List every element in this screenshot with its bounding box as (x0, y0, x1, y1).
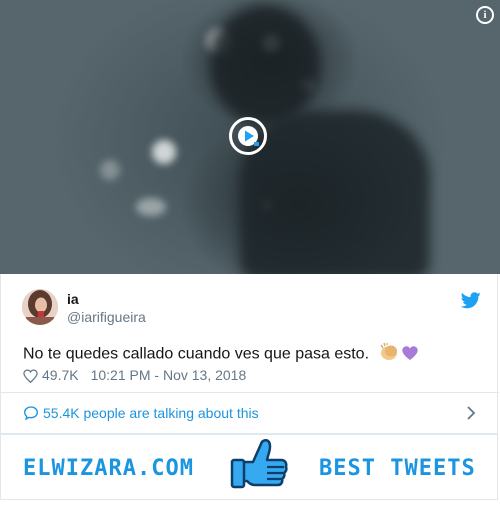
conversation-link[interactable]: 55.4K people are talking about this (23, 405, 259, 421)
like-count[interactable]: 49.7K (42, 367, 79, 383)
banner-tagline: BEST TWEETS (319, 456, 476, 481)
divider (1, 392, 499, 393)
user-handle[interactable]: @iarifigueira (67, 309, 146, 325)
play-button[interactable] (229, 117, 267, 155)
blurred-figure-body (240, 110, 430, 274)
tweet-emojis (379, 342, 421, 367)
bokeh-light (136, 198, 166, 216)
bokeh-light (100, 160, 120, 180)
play-icon (238, 126, 259, 146)
speech-bubble-icon (23, 406, 39, 421)
info-icon[interactable]: i (476, 6, 494, 24)
tweet-timestamp[interactable]: 10:21 PM - Nov 13, 2018 (91, 367, 247, 383)
display-name[interactable]: ia (67, 291, 79, 307)
twitter-bird-icon[interactable] (461, 292, 481, 309)
tweet-card: ia @iarifigueira No te quedes callado cu… (0, 274, 499, 434)
tweet-body: No te quedes callado cuando ves que pasa… (23, 345, 370, 363)
heart-icon[interactable] (23, 369, 38, 383)
purple-heart-icon (402, 346, 419, 360)
bokeh-light (152, 140, 176, 164)
chevron-right-icon[interactable] (465, 405, 477, 421)
conversation-label[interactable]: 55.4K people are talking about this (43, 405, 259, 421)
tweet-text: No te quedes callado cuando ves que pasa… (23, 342, 421, 367)
clapping-hands-icon (380, 342, 398, 360)
avatar-image (22, 289, 58, 325)
tweet-meta: 49.7K 10:21 PM - Nov 13, 2018 (23, 367, 246, 383)
thumbs-up-icon (230, 439, 288, 489)
video-thumbnail[interactable]: i (0, 0, 500, 274)
site-name[interactable]: ELWIZARA.COM (23, 456, 194, 481)
avatar[interactable] (22, 289, 58, 325)
blurred-figure (210, 5, 320, 125)
